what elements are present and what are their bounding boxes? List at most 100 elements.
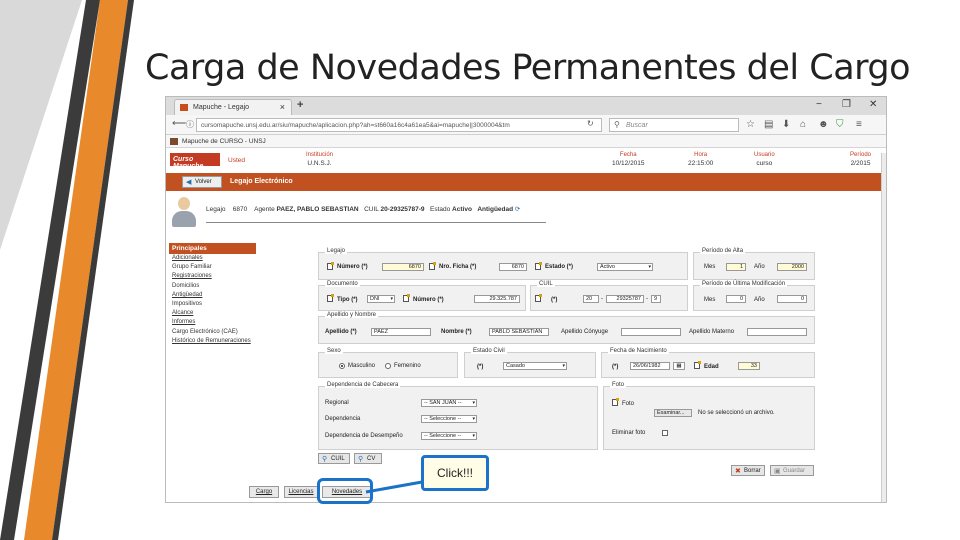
side-menu-item[interactable]: Domicilios [169,282,256,291]
cuil-suffix-input[interactable]: 9 [651,295,661,303]
side-menu-item[interactable]: Impositivos [169,300,256,309]
femenino-label: Femenino [394,363,421,369]
edit-icon[interactable] [535,262,542,270]
estado-select[interactable]: Activo ▾ [597,263,653,271]
femenino-radio[interactable] [385,363,391,369]
star-icon[interactable]: ☆ [746,119,755,130]
maximize-icon[interactable]: ❐ [842,99,851,110]
side-menu-item[interactable]: Informes [169,318,256,327]
legajo-numero-input[interactable]: 6870 [382,263,424,271]
refresh-icon[interactable]: ⟳ [515,206,520,213]
close-window-icon[interactable]: ✕ [869,99,877,110]
nacimiento-input[interactable]: 26/06/1982 [630,362,670,370]
cuil-prefix-input[interactable]: 20 [583,295,599,303]
doc-numero-input[interactable]: 29.325.787 [474,295,520,303]
app-logo: Curso Mapuche [170,153,220,170]
tab-licencias[interactable]: Licencias [284,486,318,498]
side-menu-item[interactable]: Histórico de Remuneraciones [169,337,256,346]
edit-icon[interactable] [403,294,410,302]
alta-mes-input[interactable]: 1 [726,263,746,271]
app-header: Curso Mapuche Usted Institución U.N.S.J.… [166,148,886,173]
nombre-input[interactable]: PABLO SEBASTIAN [489,328,549,336]
masculino-radio[interactable] [339,363,345,369]
numero-label: Número (*) [337,264,368,270]
estado-civil-legend: Estado Civil [471,348,507,354]
documento-panel: Documento Tipo (*) DNI ▾ Número (*) 29.32… [318,281,526,311]
url-bar[interactable]: cursomapuche.unsj.edu.ar/siu/mapuche/apl… [196,118,602,132]
edit-icon[interactable] [694,361,701,369]
browser-screenshot: Mapuche - Legajo × + − ❐ ✕ ⟵ ⓘ cursomapu… [165,96,887,503]
side-menu-item[interactable]: Grupo Familiar [169,263,256,272]
cv-button[interactable]: ⚲ CV [354,453,382,464]
edit-icon[interactable] [327,294,334,302]
desempeno-select[interactable]: -- Seleccione -- ▾ [421,432,477,440]
chat-icon[interactable]: ☻ [818,119,829,130]
header-periodo: Período 2/2015 [850,152,872,167]
new-tab-icon[interactable]: + [297,99,303,111]
regional-select[interactable]: -- SAN JUAN -- ▾ [421,399,477,407]
side-menu-item[interactable]: Alcance [169,309,256,318]
reload-icon[interactable]: ↻ [587,119,594,128]
legajo-legend: Legajo [325,248,348,254]
guardar-button-label: Guardar [783,468,806,474]
minimize-icon[interactable]: − [816,99,822,110]
guardar-button[interactable]: ▣ Guardar [770,465,814,476]
apellido-input[interactable]: PAEZ [371,328,431,336]
info-icon[interactable]: ⓘ [186,119,194,130]
side-menu-header[interactable]: Principales [169,243,256,254]
nombre-panel: Apellido y Nombre Apellido (*) PAEZ Nomb… [318,312,815,344]
shield-icon[interactable]: ⛉ [836,119,844,130]
materno-input[interactable] [747,328,807,336]
anio-label: Año [754,297,765,303]
edad-input[interactable]: 33 [738,362,760,370]
tipo-doc-select[interactable]: DNI ▾ [367,295,395,303]
side-menu-item[interactable]: Registraciones [169,272,256,281]
eliminar-foto-checkbox[interactable] [662,430,668,436]
search-icon: ⚲ [614,120,620,129]
cuil-button[interactable]: ⚲ CUIL [318,453,350,464]
side-menu: Principales Adicionales Grupo Familiar R… [169,243,256,346]
edit-icon[interactable] [429,262,436,270]
regional-label: Regional [325,400,349,406]
side-menu-item[interactable]: Cargo Electrónico (CAE) [169,328,256,337]
examinar-button[interactable]: Examinar... [654,409,692,417]
bookmark-item[interactable]: Mapuche de CURSO - UNSJ [182,138,266,145]
periodo-mod-legend: Período de Última Modificación [700,281,788,287]
back-button[interactable]: ◀ Volver [182,176,222,188]
header-usuario: Usuario curso [754,152,775,167]
scrollbar[interactable] [881,153,886,502]
foto-panel: Foto Foto Examinar... No se seleccionó u… [603,382,815,450]
borrar-button-label: Borrar [744,468,761,474]
borrar-button[interactable]: ✖ Borrar [731,465,765,476]
edit-icon[interactable] [327,262,334,270]
menu-icon[interactable]: ≡ [856,119,862,130]
legajo-panel: Legajo Número (*) 6870 Nro. Ficha (*) 68… [318,248,688,280]
header-hora: Hora 22:15:00 [688,152,714,167]
close-tab-icon[interactable]: × [280,102,285,112]
browser-tab[interactable]: Mapuche - Legajo × [174,99,292,115]
masculino-label: Masculino [348,363,376,369]
reading-list-icon[interactable]: ▤ [764,119,773,130]
estado-civil-select[interactable]: Casado ▾ [503,362,567,370]
side-menu-item[interactable]: Antigüedad [169,291,256,300]
back-arrow-icon[interactable]: ⟵ [172,118,186,129]
search-input[interactable]: ⚲ Buscar [609,118,739,132]
edit-icon[interactable] [612,398,619,406]
download-icon[interactable]: ⬇ [782,119,790,130]
edit-icon[interactable] [535,294,542,302]
tab-bar: Mapuche - Legajo × + − ❐ ✕ [166,97,886,115]
side-menu-item[interactable]: Adicionales [169,254,256,263]
conyuge-input[interactable] [621,328,681,336]
mod-anio-input[interactable]: 0 [777,295,807,303]
mod-mes-input[interactable]: 0 [726,295,746,303]
ficha-label: Nro. Ficha (*) [439,264,477,270]
calendar-icon[interactable]: ▦ [673,362,685,370]
sexo-panel: Sexo Masculino Femenino [318,348,458,378]
cuil-middle-input[interactable]: 29325787 [606,295,644,303]
tab-cargo[interactable]: Cargo [249,486,279,498]
home-icon[interactable]: ⌂ [800,119,806,130]
conyuge-label: Apellido Cónyuge [561,329,609,335]
dependencia-select[interactable]: -- Seleccione -- ▾ [421,415,477,423]
alta-anio-input[interactable]: 2000 [777,263,807,271]
ficha-input[interactable]: 6870 [499,263,527,271]
